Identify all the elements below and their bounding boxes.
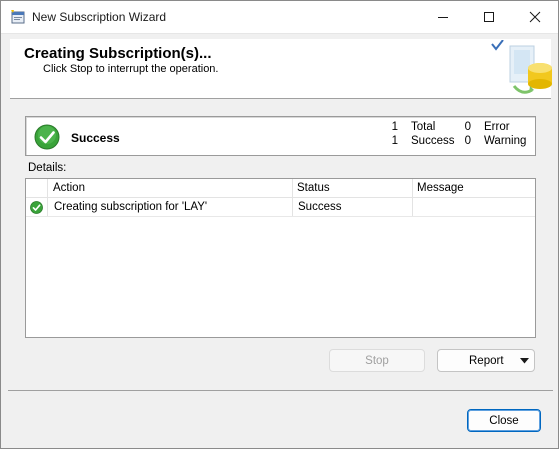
header-banner: Creating Subscription(s)... Click Stop t…	[10, 39, 552, 99]
details-grid[interactable]: Action Status Message Creating subscript…	[25, 178, 536, 338]
maximize-button[interactable]	[466, 1, 512, 33]
warning-count: 0	[464, 135, 471, 147]
maximize-icon	[484, 12, 494, 22]
column-header-status[interactable]: Status	[292, 179, 412, 198]
column-header-message[interactable]: Message	[412, 179, 535, 198]
success-label: Success	[411, 135, 455, 147]
total-label: Total	[411, 121, 436, 133]
minimize-button[interactable]	[420, 1, 466, 33]
success-check-icon	[30, 201, 43, 214]
close-window-button[interactable]	[512, 1, 558, 33]
status-cell: Success	[298, 201, 342, 213]
error-label: Error	[484, 121, 510, 133]
grid-header: Action Status Message	[26, 179, 535, 198]
subscription-wizard-graphic-icon	[491, 40, 552, 94]
column-header-action[interactable]: Action	[48, 179, 292, 198]
status-summary-panel: Success 1 Total 1 Success 0 Error 0 Warn…	[25, 116, 536, 156]
wizard-window: New Subscription Wizard Creating Subscri…	[0, 0, 559, 449]
error-count: 0	[464, 121, 471, 133]
banner-subtitle: Click Stop to interrupt the operation.	[43, 63, 219, 75]
report-button[interactable]: Report	[437, 349, 535, 372]
stop-button[interactable]: Stop	[329, 349, 425, 372]
status-label: Success	[71, 131, 120, 145]
close-icon	[529, 11, 541, 23]
details-label: Details:	[28, 162, 67, 174]
wizard-app-icon	[11, 10, 25, 24]
success-check-icon	[34, 124, 60, 150]
success-count: 1	[391, 135, 398, 147]
window-title: New Subscription Wizard	[32, 10, 167, 24]
chevron-down-icon	[520, 358, 529, 364]
close-button[interactable]: Close	[467, 409, 541, 432]
title-bar: New Subscription Wizard	[1, 1, 558, 34]
footer-divider	[8, 390, 553, 391]
warning-label: Warning	[484, 135, 527, 147]
report-button-label: Report	[469, 355, 504, 367]
action-cell: Creating subscription for 'LAY'	[54, 201, 208, 213]
minimize-icon	[438, 17, 448, 18]
total-count: 1	[391, 121, 398, 133]
table-row[interactable]: Creating subscription for 'LAY' Success	[26, 198, 535, 217]
banner-title: Creating Subscription(s)...	[24, 45, 212, 62]
message-cell	[413, 198, 535, 217]
